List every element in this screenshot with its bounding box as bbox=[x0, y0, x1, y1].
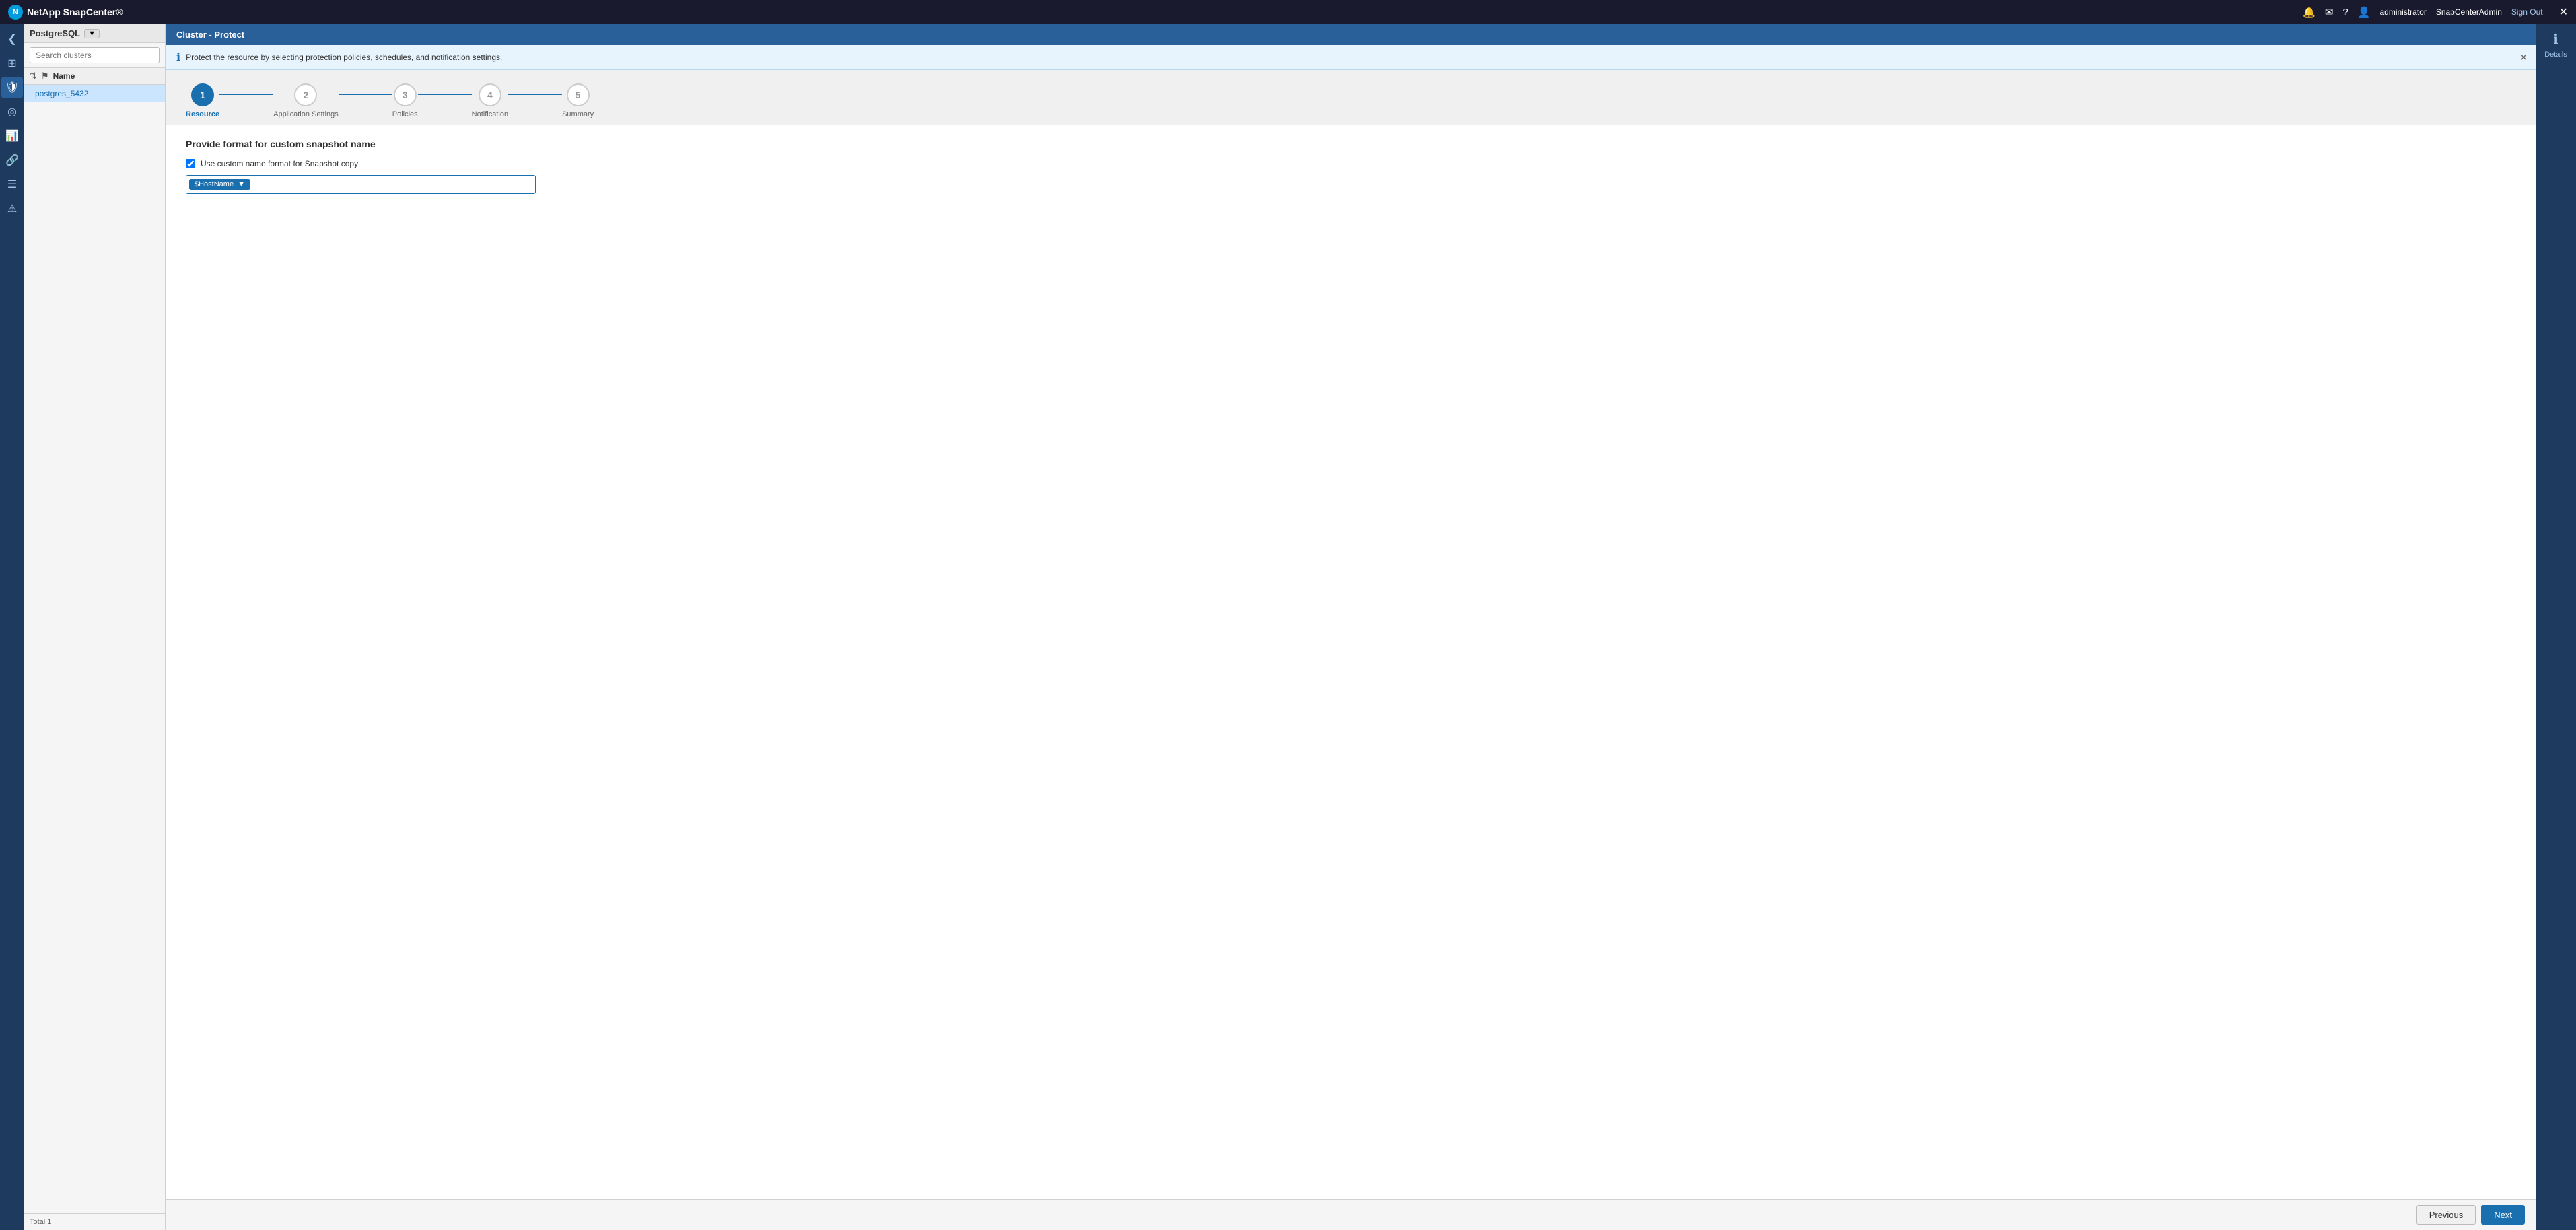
step-connector-2-3 bbox=[339, 94, 392, 95]
checkbox-row: Use custom name format for Snapshot copy bbox=[186, 159, 2515, 168]
previous-button[interactable]: Previous bbox=[2416, 1205, 2476, 1225]
snapshot-tag-dropdown-icon[interactable]: ▼ bbox=[238, 180, 245, 189]
cluster-sidebar: PostgreSQL ▼ ⇅ ⚑ Name postgres_5432 Tota… bbox=[24, 24, 166, 1230]
user-icon: 👤 bbox=[2358, 6, 2371, 18]
sidebar-footer: Total 1 bbox=[24, 1213, 165, 1230]
next-button[interactable]: Next bbox=[2481, 1205, 2525, 1225]
netapp-logo-icon: N bbox=[8, 5, 23, 20]
step-3[interactable]: 3 Policies bbox=[392, 83, 418, 118]
mail-icon[interactable]: ✉ bbox=[2325, 6, 2334, 18]
checkbox-label: Use custom name format for Snapshot copy bbox=[201, 159, 358, 168]
details-panel-icon: ℹ bbox=[2553, 31, 2558, 48]
step-5[interactable]: 5 Summary bbox=[562, 83, 594, 118]
nav-reports-icon[interactable]: 📊 bbox=[1, 125, 23, 147]
snapshot-tag-text: $HostName bbox=[195, 180, 234, 189]
page-title: Cluster - Protect bbox=[176, 30, 244, 40]
info-bar: ℹ Protect the resource by selecting prot… bbox=[166, 45, 2536, 70]
step-connector-4-5 bbox=[508, 94, 562, 95]
nav-protect-icon[interactable]: 🛡 bbox=[1, 77, 23, 98]
nav-grid-icon[interactable]: ⊞ bbox=[1, 53, 23, 74]
form-section-title: Provide format for custom snapshot name bbox=[186, 139, 2515, 149]
left-nav: ❮ ⊞ 🛡 ◎ 📊 🔗 ☰ ⚠ bbox=[0, 24, 24, 1230]
db-tag-dropdown[interactable]: ▼ bbox=[84, 29, 100, 38]
bell-icon[interactable]: 🔔 bbox=[2303, 6, 2316, 18]
flag-icon: ⚑ bbox=[41, 71, 49, 81]
step-1-circle: 1 bbox=[191, 83, 214, 106]
sort-icon[interactable]: ⇅ bbox=[30, 71, 37, 81]
content-topbar: Cluster - Protect bbox=[166, 24, 2536, 45]
netapp-logo: N NetApp SnapCenter® bbox=[8, 5, 123, 20]
snapshot-hostname-tag[interactable]: $HostName ▼ bbox=[189, 179, 250, 190]
close-app-button[interactable]: ✕ bbox=[2559, 5, 2568, 19]
cluster-table-header: ⇅ ⚑ Name bbox=[24, 68, 165, 85]
step-2-label: Application Settings bbox=[273, 110, 339, 118]
nav-alerts-icon[interactable]: ⚠ bbox=[1, 198, 23, 219]
step-1-label: Resource bbox=[186, 110, 219, 118]
header-right: 🔔 ✉ ? 👤 administrator SnapCenterAdmin Si… bbox=[2303, 5, 2568, 19]
help-icon[interactable]: ? bbox=[2342, 7, 2348, 18]
snapshot-name-field[interactable]: $HostName ▼ bbox=[186, 175, 536, 194]
info-bar-close-button[interactable]: ✕ bbox=[2519, 52, 2528, 63]
info-message: Protect the resource by selecting protec… bbox=[186, 53, 502, 62]
nav-settings-icon[interactable]: ☰ bbox=[1, 174, 23, 195]
stepper: 1 Resource 2 Application Settings 3 bbox=[186, 83, 594, 118]
step-3-label: Policies bbox=[392, 110, 418, 118]
step-2[interactable]: 2 Application Settings bbox=[273, 83, 339, 118]
stepper-container: 1 Resource 2 Application Settings 3 bbox=[166, 70, 2536, 125]
step-connector-1-2 bbox=[219, 94, 273, 95]
snapshot-name-input[interactable] bbox=[250, 178, 532, 191]
step-2-circle: 2 bbox=[294, 83, 317, 106]
step-5-circle: 5 bbox=[567, 83, 590, 106]
step-connector-3-4 bbox=[418, 94, 472, 95]
nav-collapse-icon[interactable]: ❮ bbox=[1, 28, 23, 50]
org-name: SnapCenterAdmin bbox=[2436, 7, 2502, 17]
custom-name-checkbox[interactable] bbox=[186, 159, 195, 168]
nav-monitor-icon[interactable]: ◎ bbox=[1, 101, 23, 123]
signout-link[interactable]: Sign Out bbox=[2511, 7, 2543, 17]
details-panel-label: Details bbox=[2544, 50, 2567, 59]
step-3-circle: 3 bbox=[394, 83, 417, 106]
cluster-sidebar-header: PostgreSQL ▼ bbox=[24, 24, 165, 43]
main-body: ❮ ⊞ 🛡 ◎ 📊 🔗 ☰ ⚠ PostgreSQL ▼ ⇅ ⚑ Name po… bbox=[0, 24, 2576, 1230]
info-icon: ℹ bbox=[176, 50, 180, 64]
nav-topology-icon[interactable]: 🔗 bbox=[1, 149, 23, 171]
step-4-label: Notification bbox=[472, 110, 508, 118]
step-4[interactable]: 4 Notification bbox=[472, 83, 508, 118]
search-input[interactable] bbox=[30, 47, 160, 63]
top-header: N NetApp SnapCenter® 🔔 ✉ ? 👤 administrat… bbox=[0, 0, 2576, 24]
cluster-list-item[interactable]: postgres_5432 bbox=[24, 85, 165, 102]
user-name: administrator bbox=[2379, 7, 2426, 17]
search-box-container bbox=[24, 43, 165, 68]
name-column-header: Name bbox=[53, 71, 75, 81]
header-left: N NetApp SnapCenter® bbox=[8, 5, 123, 20]
db-label: PostgreSQL bbox=[30, 28, 80, 38]
bottom-bar: Previous Next bbox=[166, 1199, 2536, 1230]
step-1[interactable]: 1 Resource bbox=[186, 83, 219, 118]
form-content: Provide format for custom snapshot name … bbox=[166, 125, 2536, 1199]
app-title: NetApp SnapCenter® bbox=[27, 7, 123, 18]
step-4-circle: 4 bbox=[479, 83, 501, 106]
main-content: Cluster - Protect ℹ Protect the resource… bbox=[166, 24, 2536, 1230]
details-panel: ℹ Details bbox=[2536, 24, 2576, 1230]
step-5-label: Summary bbox=[562, 110, 594, 118]
